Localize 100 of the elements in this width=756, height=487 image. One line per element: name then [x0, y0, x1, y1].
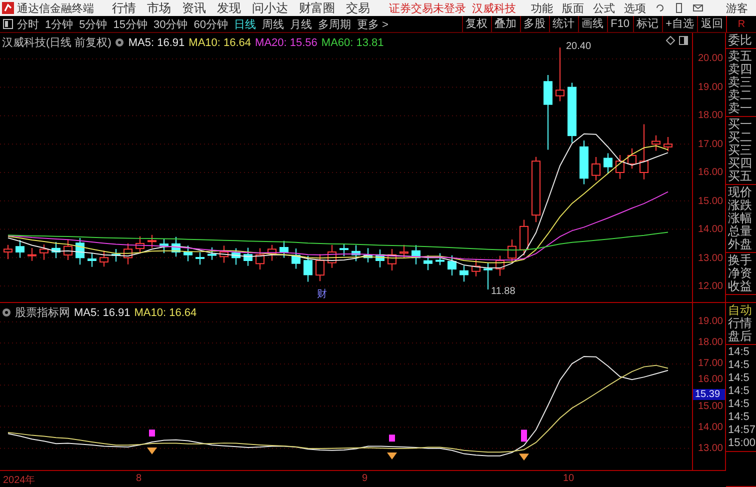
trade-time: 15:00 — [728, 437, 756, 450]
stock-link[interactable]: 汉威科技 — [472, 0, 516, 16]
candlestick — [592, 156, 600, 181]
toolbar-button[interactable]: +自选 — [662, 16, 697, 32]
price-axis-label: 12.00 — [698, 281, 723, 292]
indicator-value: MA20: 15.56 — [255, 36, 318, 48]
status-label[interactable]: 行情 — [728, 317, 756, 330]
trade-time: 14:5 — [728, 372, 750, 385]
tool-menu-item[interactable]: 选项 — [624, 0, 646, 16]
period-tab[interactable]: 5分钟 — [79, 16, 108, 32]
toolbar-button[interactable]: 统计 — [548, 16, 578, 32]
period-tab[interactable]: 15分钟 — [113, 16, 148, 32]
toolbar-button[interactable]: F10 — [606, 16, 633, 32]
menu-item[interactable]: 财富圈 — [299, 0, 335, 16]
gear-icon[interactable] — [2, 308, 11, 317]
tool-menu-item[interactable]: 版面 — [562, 0, 584, 16]
quote-field-label: 卖五 — [728, 50, 753, 63]
toolbar-button[interactable]: 标记 — [632, 16, 662, 32]
candlestick — [16, 239, 24, 258]
login-notice[interactable]: 证券交易未登录 — [389, 0, 466, 16]
candlestick — [280, 240, 288, 258]
diamond-icon[interactable] — [666, 36, 675, 45]
trade-time: 14:5 — [728, 398, 750, 411]
indicator-axis-label: 14.00 — [698, 422, 723, 433]
indicator-axis-label: 16.00 — [698, 374, 723, 385]
quote-field-label: 净资 — [728, 267, 753, 280]
candlestick — [376, 248, 384, 268]
period-tab[interactable]: 多周期 — [318, 16, 351, 32]
toolbar-button[interactable]: 叠加 — [490, 16, 520, 32]
quote-field-label: 卖三 — [728, 76, 753, 89]
trade-time: 14:5 — [728, 385, 750, 398]
period-tab[interactable]: 周线 — [262, 16, 284, 32]
candlestick — [196, 252, 204, 266]
candlestick — [88, 252, 96, 268]
status-label[interactable]: 盘后 — [728, 330, 756, 343]
phone-icon[interactable] — [674, 3, 684, 13]
price-axis-label: 17.00 — [698, 138, 723, 150]
toolbar-button[interactable]: 多股 — [520, 16, 549, 32]
price-axis-label: 20.00 — [698, 53, 723, 64]
period-tab[interactable]: 1分钟 — [45, 16, 74, 32]
candlestick — [436, 252, 444, 266]
indicator-axis-label: 13.00 — [698, 443, 723, 454]
user-label[interactable]: 游客 — [726, 0, 748, 16]
quote-field-label: 卖四 — [728, 63, 753, 76]
price-axis-label: 14.00 — [698, 224, 723, 235]
price-axis-label: 16.00 — [698, 167, 723, 178]
menu-item[interactable]: 行情 — [112, 0, 136, 16]
toolbar-button[interactable]: 复权 — [462, 16, 491, 32]
signal-marker — [387, 434, 397, 460]
side-tab[interactable]: R — [726, 16, 756, 33]
period-tab[interactable]: 30分钟 — [154, 16, 188, 32]
quote-field-label: 收益 — [728, 280, 753, 293]
quote-field-label: 委比 — [728, 34, 753, 47]
candlestick — [304, 255, 312, 282]
candlestick — [340, 243, 348, 257]
panel-toggle-icon[interactable] — [3, 19, 13, 29]
event-tag[interactable]: 财 — [317, 289, 327, 300]
status-label[interactable]: 自动 — [728, 304, 756, 317]
menu-item[interactable]: 资讯 — [182, 0, 206, 16]
menu-item[interactable]: 问小达 — [252, 0, 288, 16]
candlestick — [244, 247, 252, 266]
menu-item[interactable]: 市场 — [147, 0, 171, 16]
toolbar-button[interactable]: 画线 — [578, 16, 607, 32]
candlestick — [400, 244, 408, 258]
candlestick — [508, 238, 516, 264]
period-tab[interactable]: 分时 — [17, 16, 39, 32]
tool-menu-item[interactable]: 功能 — [531, 0, 553, 16]
low-price-label: 11.88 — [491, 286, 516, 298]
candlestick — [568, 82, 576, 144]
indicator-axis-label: 17.00 — [698, 358, 723, 370]
quote-field-label: 卖二 — [728, 89, 753, 102]
indicator-axis-label: 19.00 — [698, 316, 723, 327]
gear-icon[interactable] — [115, 38, 124, 47]
tool-menu-item[interactable]: 公式 — [593, 0, 615, 16]
candlestick — [460, 265, 468, 282]
candlestick — [556, 47, 564, 102]
indicator-value: MA60: 13.81 — [321, 36, 384, 48]
quote-field-label: 买一 — [728, 118, 753, 131]
period-tab[interactable]: 日线 — [234, 16, 256, 32]
candlestick — [52, 241, 60, 259]
quote-field-label: 买三 — [728, 144, 753, 157]
candlestick — [28, 247, 36, 262]
toolbar-button[interactable]: 返回 — [697, 16, 726, 32]
date-axis-label: 8 — [136, 473, 142, 484]
refresh-icon[interactable] — [655, 3, 665, 13]
candlestick — [124, 242, 132, 265]
candlestick — [256, 248, 264, 270]
period-tab[interactable]: 更多 > — [357, 16, 388, 32]
period-tab[interactable]: 月线 — [290, 16, 312, 32]
panel-icon[interactable] — [679, 36, 688, 45]
trade-time: 14:5 — [728, 359, 750, 372]
candlestick — [316, 254, 324, 282]
message-icon[interactable] — [693, 3, 703, 13]
menu-item[interactable]: 交易 — [346, 0, 370, 16]
candlestick — [208, 246, 216, 260]
candlestick — [388, 248, 396, 271]
period-tab[interactable]: 60分钟 — [194, 16, 228, 32]
candlestick — [40, 244, 48, 260]
menu-item[interactable]: 发现 — [217, 0, 241, 16]
candlestick — [292, 248, 300, 270]
